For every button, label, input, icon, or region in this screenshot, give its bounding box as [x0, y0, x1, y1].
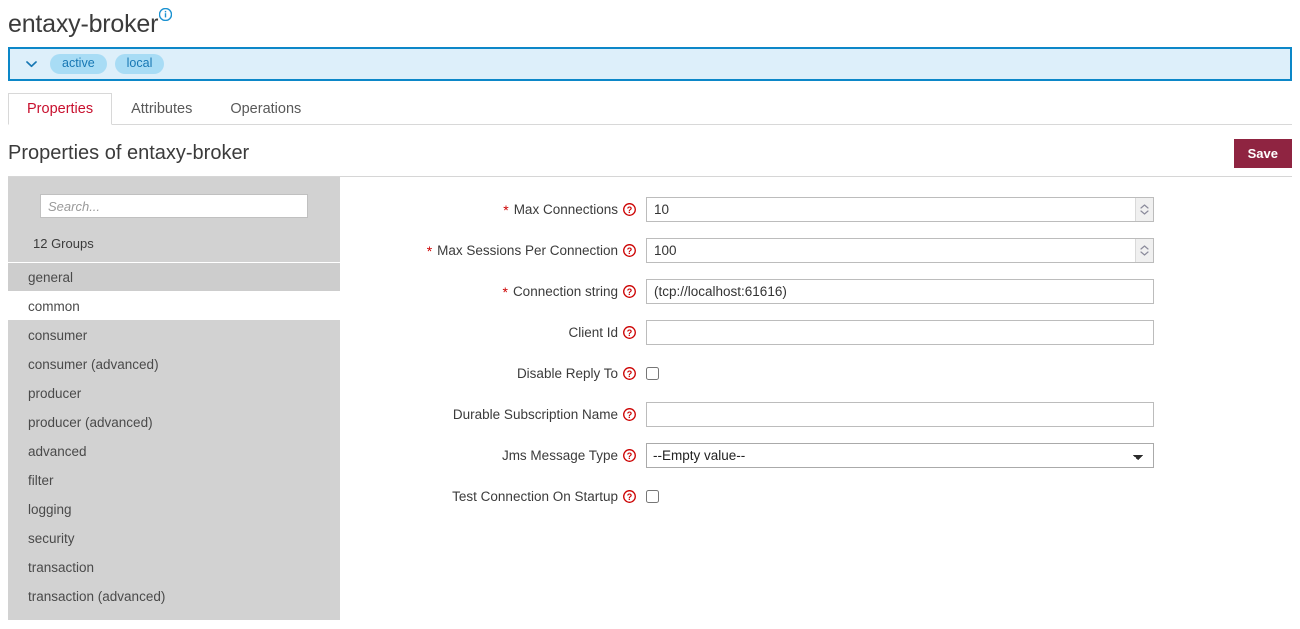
label-durable-subscription-name: Durable Subscription Name ? — [340, 407, 646, 422]
search-input[interactable] — [40, 194, 308, 218]
group-list: general common consumer consumer (advanc… — [8, 262, 340, 610]
max-sessions-stepper[interactable] — [1135, 239, 1153, 262]
svg-text:?: ? — [627, 451, 633, 461]
form-row-connection-string: * Connection string ? — [340, 271, 1292, 312]
field-durable-subscription-name — [646, 402, 1292, 427]
sidebar-item-filter[interactable]: filter — [8, 465, 340, 494]
connection-string-input[interactable] — [646, 279, 1154, 304]
required-indicator: * — [502, 285, 507, 299]
status-badge-active[interactable]: active — [50, 54, 107, 74]
field-connection-string — [646, 279, 1292, 304]
help-circle-icon[interactable]: ? — [623, 326, 636, 339]
label-text: Disable Reply To — [517, 366, 618, 381]
tab-attributes[interactable]: Attributes — [112, 93, 211, 124]
sidebar-item-transaction-advanced[interactable]: transaction (advanced) — [8, 581, 340, 610]
label-text: Test Connection On Startup — [452, 489, 618, 504]
durable-subscription-name-input[interactable] — [646, 402, 1154, 427]
form-row-disable-reply-to: Disable Reply To ? — [340, 353, 1292, 394]
disable-reply-to-checkbox[interactable] — [646, 367, 659, 380]
sidebar-item-security[interactable]: security — [8, 523, 340, 552]
page-title: entaxy-broker — [8, 12, 158, 37]
label-text: Max Sessions Per Connection — [437, 243, 618, 258]
svg-text:?: ? — [627, 492, 633, 502]
label-text: Connection string — [513, 284, 618, 299]
form-row-max-connections: * Max Connections ? — [340, 189, 1292, 230]
chevron-down-icon[interactable] — [24, 57, 38, 71]
form-row-max-sessions: * Max Sessions Per Connection ? — [340, 230, 1292, 271]
label-client-id: Client Id ? — [340, 325, 646, 340]
form-row-durable-subscription-name: Durable Subscription Name ? — [340, 394, 1292, 435]
tab-operations[interactable]: Operations — [211, 93, 320, 124]
client-id-input[interactable] — [646, 320, 1154, 345]
sidebar-item-consumer[interactable]: consumer — [8, 320, 340, 349]
help-circle-icon[interactable]: ? — [623, 367, 636, 380]
help-circle-icon[interactable]: ? — [623, 203, 636, 216]
svg-text:?: ? — [627, 328, 633, 338]
sidebar-item-logging[interactable]: logging — [8, 494, 340, 523]
label-connection-string: * Connection string ? — [340, 284, 646, 299]
field-max-sessions-per-connection — [646, 238, 1292, 263]
required-indicator: * — [427, 244, 432, 258]
section-header: Properties of entaxy-broker Save — [0, 125, 1300, 176]
help-circle-icon[interactable]: ? — [623, 490, 636, 503]
jms-message-type-select[interactable]: --Empty value-- — [646, 443, 1154, 468]
label-text: Jms Message Type — [502, 448, 618, 463]
help-circle-icon[interactable]: ? — [623, 408, 636, 421]
test-connection-on-startup-checkbox[interactable] — [646, 490, 659, 503]
content-area: 12 Groups general common consumer consum… — [8, 176, 1292, 620]
save-button[interactable]: Save — [1234, 139, 1292, 168]
help-circle-icon[interactable]: ? — [623, 244, 636, 257]
max-sessions-input[interactable] — [646, 238, 1154, 263]
info-circle-icon[interactable] — [159, 8, 172, 21]
sidebar-item-producer[interactable]: producer — [8, 378, 340, 407]
svg-text:?: ? — [627, 410, 633, 420]
sidebar-item-producer-advanced[interactable]: producer (advanced) — [8, 407, 340, 436]
label-max-connections: * Max Connections ? — [340, 202, 646, 217]
label-disable-reply-to: Disable Reply To ? — [340, 366, 646, 381]
field-test-connection-on-startup — [646, 490, 1292, 503]
label-jms-message-type: Jms Message Type ? — [340, 448, 646, 463]
status-badge-local[interactable]: local — [115, 54, 165, 74]
groups-sidebar: 12 Groups general common consumer consum… — [8, 177, 340, 620]
sidebar-item-transaction[interactable]: transaction — [8, 552, 340, 581]
tab-bar: Properties Attributes Operations — [8, 93, 1292, 125]
section-title: Properties of entaxy-broker — [8, 142, 249, 165]
field-disable-reply-to — [646, 367, 1292, 380]
required-indicator: * — [503, 203, 508, 217]
form-row-client-id: Client Id ? — [340, 312, 1292, 353]
field-max-connections — [646, 197, 1292, 222]
page-header: entaxy-broker — [0, 0, 1300, 47]
sidebar-item-common[interactable]: common — [8, 291, 340, 320]
help-circle-icon[interactable]: ? — [623, 285, 636, 298]
label-test-connection-on-startup: Test Connection On Startup ? — [340, 489, 646, 504]
label-text: Client Id — [568, 325, 618, 340]
svg-text:?: ? — [627, 246, 633, 256]
form-row-test-connection-on-startup: Test Connection On Startup ? — [340, 476, 1292, 517]
svg-text:?: ? — [627, 205, 633, 215]
max-connections-input[interactable] — [646, 197, 1154, 222]
sidebar-item-general[interactable]: general — [8, 262, 340, 291]
max-connections-stepper[interactable] — [1135, 198, 1153, 221]
field-jms-message-type: --Empty value-- — [646, 443, 1292, 468]
status-bar: active local — [8, 47, 1292, 81]
groups-count-label: 12 Groups — [8, 218, 340, 262]
help-circle-icon[interactable]: ? — [623, 449, 636, 462]
field-client-id — [646, 320, 1292, 345]
search-container — [8, 177, 340, 218]
label-text: Max Connections — [514, 202, 618, 217]
properties-form: * Max Connections ? — [340, 177, 1292, 620]
svg-text:?: ? — [627, 369, 633, 379]
sidebar-item-consumer-advanced[interactable]: consumer (advanced) — [8, 349, 340, 378]
form-row-jms-message-type: Jms Message Type ? --Empty value-- — [340, 435, 1292, 476]
label-text: Durable Subscription Name — [453, 407, 618, 422]
sidebar-item-advanced[interactable]: advanced — [8, 436, 340, 465]
label-max-sessions-per-connection: * Max Sessions Per Connection ? — [340, 243, 646, 258]
tab-properties[interactable]: Properties — [8, 93, 112, 125]
svg-text:?: ? — [627, 287, 633, 297]
